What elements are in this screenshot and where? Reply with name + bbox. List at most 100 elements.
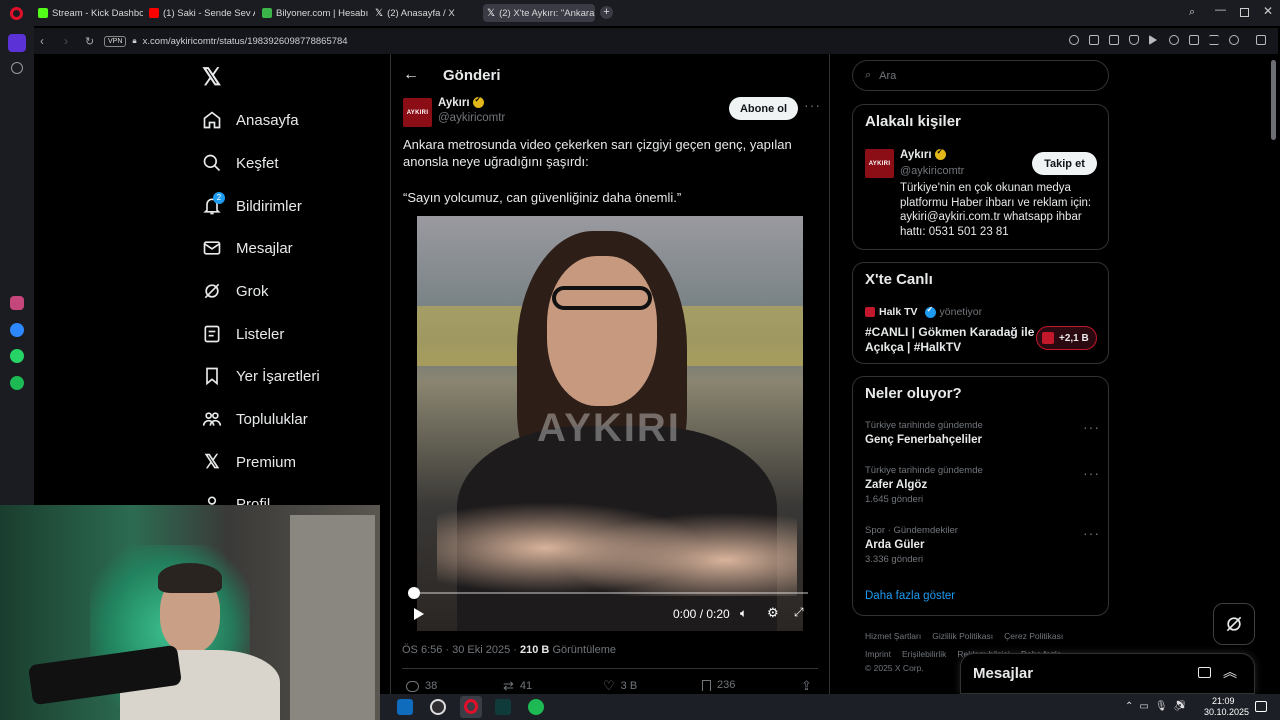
live-listeners[interactable]: +2,1 B — [1036, 326, 1097, 350]
live-text-2[interactable]: Açıkça | #HalkTV — [865, 340, 961, 354]
tab-x-post[interactable]: 𝕏 (2) X'te Aykırı: "Ankara me — [483, 4, 595, 22]
author-handle[interactable]: @aykiricomtr — [438, 112, 505, 124]
shield-icon[interactable] — [1129, 35, 1139, 45]
opera-logo-icon[interactable] — [10, 7, 23, 20]
spotify-taskbar-icon[interactable] — [528, 699, 544, 715]
footer-link[interactable]: Erişilebilirlik — [902, 649, 946, 659]
nav-explore[interactable]: Keşfet — [202, 149, 279, 177]
spotify-icon[interactable] — [10, 376, 24, 390]
grok-float-button[interactable] — [1213, 603, 1255, 645]
bookmark-button[interactable]: 236 — [702, 679, 735, 691]
forward-icon[interactable]: › — [64, 34, 68, 48]
nav-communities[interactable]: Topluluklar — [202, 405, 308, 433]
footer-link[interactable]: Gizlilik Politikası — [932, 631, 993, 641]
video-player[interactable]: AYKIRI 0:00 / 0:20 🔈︎ ⚙︎ ⤢ — [402, 216, 818, 631]
trend-more-icon[interactable]: ··· — [1083, 465, 1100, 481]
messages-drawer[interactable]: Mesajlar ︽ — [960, 653, 1255, 694]
back-icon[interactable]: ‹ — [40, 34, 44, 48]
progress-track[interactable] — [412, 592, 808, 594]
page-scrollbar[interactable] — [1271, 60, 1276, 140]
footer-link[interactable]: Hizmet Şartları — [865, 631, 921, 641]
fullscreen-icon[interactable]: ⤢ — [794, 605, 804, 620]
menu-icon[interactable] — [1209, 35, 1219, 45]
nav-bookmarks[interactable]: Yer İşaretleri — [202, 362, 320, 390]
author-avatar[interactable]: AYKIRI — [403, 98, 432, 127]
reload-icon[interactable]: ↻ — [85, 35, 94, 48]
live-source[interactable]: Halk TV yönetiyor — [865, 305, 982, 318]
tab-bilyoner[interactable]: Bilyoner.com | Hesabım | — [262, 4, 368, 22]
messenger-icon[interactable] — [10, 323, 24, 337]
progress-knob[interactable] — [408, 587, 420, 599]
close-icon[interactable]: ✕ — [1263, 4, 1273, 18]
clock-date[interactable]: 30.10.2025 — [1204, 707, 1249, 717]
more-options-icon[interactable]: ··· — [804, 97, 821, 113]
post-timestamp[interactable]: ÖS 6:56 · 30 Eki 2025 · — [402, 644, 517, 656]
related-handle[interactable]: @aykiricomtr — [900, 165, 964, 177]
aria-icon[interactable] — [10, 296, 24, 310]
terminal-icon[interactable] — [495, 699, 511, 715]
show-more-link[interactable]: Daha fazla göster — [865, 590, 955, 602]
tray-icons[interactable]: ⌃▭🎙︎🔊︎ — [1125, 701, 1192, 712]
trend-item[interactable]: Spor · Gündemdekiler Arda Güler 3.336 gö… — [865, 525, 1097, 571]
zoom-icon[interactable] — [1069, 35, 1079, 45]
tab-x-home[interactable]: 𝕏 (2) Anasayfa / X — [375, 4, 475, 22]
clock-time[interactable]: 21:09 — [1212, 696, 1235, 706]
nav-premium[interactable]: 𝕏 Premium — [202, 448, 296, 476]
download-icon[interactable] — [1189, 35, 1199, 45]
follow-button[interactable]: Takip et — [1032, 152, 1097, 175]
volume-icon[interactable]: 🔈︎ — [740, 606, 747, 621]
opera-taskbar-icon[interactable] — [460, 696, 482, 718]
outlook-icon[interactable] — [397, 699, 413, 715]
like-button[interactable]: ♡ 3 B — [603, 678, 637, 694]
nav-messages[interactable]: Mesajlar — [202, 234, 293, 262]
trend-more-icon[interactable]: ··· — [1083, 525, 1100, 541]
related-avatar[interactable]: AYKIRI — [865, 149, 894, 178]
footer-link[interactable]: Imprint — [865, 649, 891, 659]
related-name[interactable]: Aykırı — [900, 147, 946, 161]
extensions-icon[interactable] — [1256, 35, 1266, 45]
maximize-icon[interactable] — [1240, 8, 1249, 17]
notification-center-icon[interactable] — [1255, 701, 1267, 712]
trend-item[interactable]: Türkiye tarihinde gündemde Zafer Algöz 1… — [865, 465, 1097, 511]
reply-button[interactable]: 38 — [406, 680, 437, 692]
repost-button[interactable]: ⇄ 41 — [503, 678, 532, 694]
nav-home[interactable]: Anasayfa — [202, 106, 299, 134]
x-logo-icon: 𝕏 — [487, 7, 496, 19]
nav-notifications[interactable]: 2 Bildirimler — [202, 192, 302, 220]
back-arrow-icon[interactable]: ← — [403, 66, 419, 84]
tab-kick[interactable]: Stream - Kick Dashboard — [38, 4, 143, 22]
tab-label: (2) Anasayfa / X — [387, 7, 455, 19]
author-name[interactable]: Aykırı — [438, 95, 484, 109]
new-message-icon[interactable] — [1198, 667, 1211, 678]
share-icon[interactable]: ⇪ — [801, 678, 812, 694]
tab-label: (2) X'te Aykırı: "Ankara me — [499, 7, 595, 19]
search-box[interactable]: ⌕ Ara — [852, 60, 1109, 91]
whatsapp-icon[interactable] — [10, 349, 24, 363]
footer-link[interactable]: Çerez Politikası — [1004, 631, 1063, 641]
minimize-icon[interactable]: — — [1215, 4, 1226, 16]
account-icon[interactable] — [1229, 35, 1239, 45]
heart-icon[interactable] — [1169, 35, 1179, 45]
trend-more-icon[interactable]: ··· — [1083, 419, 1100, 435]
nav-grok[interactable]: Grok — [202, 277, 269, 305]
subscribe-button[interactable]: Abone ol — [729, 97, 798, 120]
trend-item[interactable]: Türkiye tarihinde gündemde Genç Fenerbah… — [865, 420, 1097, 454]
edit-icon[interactable] — [1089, 35, 1099, 45]
play-icon[interactable] — [1149, 35, 1157, 45]
url-text[interactable]: x.com/aykiricomtr/status/198392609877886… — [143, 36, 348, 47]
chevron-up-icon[interactable]: ︽ — [1223, 662, 1237, 682]
home-sidebar-icon[interactable] — [8, 34, 26, 52]
search-tabs-icon[interactable]: ⌕ — [1189, 6, 1195, 19]
obs-icon[interactable] — [430, 699, 446, 715]
live-text-1[interactable]: #CANLI | Gökmen Karadağ ile — [865, 325, 1034, 339]
new-tab-icon[interactable]: + — [600, 6, 613, 19]
play-button[interactable] — [414, 608, 424, 620]
x-logo-icon[interactable]: 𝕏 — [202, 63, 221, 92]
tab-youtube[interactable]: (1) Saki - Sende Sev Ama — [149, 4, 255, 22]
settings-icon[interactable]: ⚙︎ — [767, 605, 779, 621]
nav-lists[interactable]: Listeler — [202, 320, 284, 348]
url-field[interactable]: VPN 🔒︎ x.com/aykiricomtr/status/19839260… — [104, 33, 348, 49]
star-sidebar-icon[interactable] — [11, 62, 23, 74]
vpn-badge[interactable]: VPN — [104, 35, 127, 47]
camera-icon[interactable] — [1109, 35, 1119, 45]
